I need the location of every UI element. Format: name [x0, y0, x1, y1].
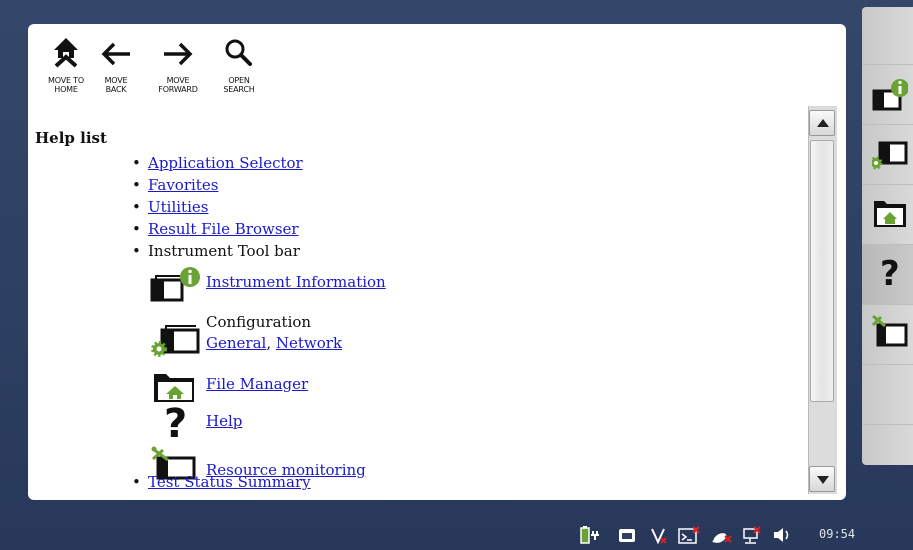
- side-resource-monitoring-button[interactable]: [862, 305, 913, 365]
- battery-plug-icon[interactable]: [580, 526, 600, 544]
- help-toolbar: MOVE TO HOME MOVE BACK MOVE FORWARD OPEN…: [28, 24, 846, 106]
- network-link[interactable]: Network: [276, 334, 342, 352]
- side-blank-top: [862, 7, 913, 65]
- help-window: MOVE TO HOME MOVE BACK MOVE FORWARD OPEN…: [28, 24, 846, 500]
- list-item: Test Status Summary: [132, 473, 311, 491]
- side-file-manager-button[interactable]: [862, 185, 913, 245]
- tool-row-configuration: Configuration General, Network: [150, 313, 410, 364]
- terminal-icon[interactable]: [678, 526, 700, 544]
- file-manager-icon: [154, 374, 194, 402]
- side-blank-2: [862, 425, 913, 465]
- configuration-icon: [872, 141, 908, 170]
- list-item: Application Selector: [132, 152, 303, 174]
- v-status-icon[interactable]: [650, 526, 668, 544]
- side-help-button[interactable]: ?: [862, 245, 913, 305]
- list-item: Utilities: [132, 196, 303, 218]
- open-search-button[interactable]: OPEN SEARCH: [209, 34, 269, 100]
- file-manager-link[interactable]: File Manager: [206, 374, 308, 394]
- help-list-title: Help list: [35, 129, 107, 147]
- search-icon: [225, 39, 252, 66]
- help-list: Application Selector Favorites Utilities…: [132, 152, 303, 262]
- side-instrument-info-button[interactable]: [862, 65, 913, 125]
- side-blank-1: [862, 365, 913, 425]
- general-link[interactable]: General: [206, 334, 266, 352]
- move-forward-button[interactable]: MOVE FORWARD: [148, 34, 208, 100]
- home-icon: [54, 38, 78, 68]
- scroll-down-button[interactable]: [809, 466, 835, 492]
- utilities-link[interactable]: Utilities: [148, 198, 208, 216]
- application-selector-link[interactable]: Application Selector: [148, 154, 303, 172]
- network-icon[interactable]: [742, 526, 762, 544]
- svg-text:?: ?: [164, 404, 187, 444]
- instrument-info-icon: [150, 267, 200, 302]
- tool-row-file-manager: File Manager: [150, 368, 410, 404]
- tool-row-instrument-info: Instrument Information: [150, 266, 410, 302]
- help-icon: ?: [880, 255, 900, 294]
- clock: 09:54: [819, 527, 856, 541]
- comma-separator: ,: [266, 334, 272, 352]
- move-forward-label: MOVE FORWARD: [158, 76, 198, 94]
- chevron-up-icon: [817, 119, 829, 127]
- list-item: Instrument Tool bar: [132, 240, 303, 262]
- configuration-icon: [151, 325, 200, 357]
- content-scrollbar[interactable]: [808, 106, 838, 494]
- status-bar: 09:54: [570, 524, 900, 546]
- svg-text:?: ?: [880, 255, 900, 294]
- instrument-information-link[interactable]: Instrument Information: [206, 272, 386, 292]
- screen-icon[interactable]: [618, 526, 636, 544]
- help-link[interactable]: Help: [206, 411, 242, 431]
- favorites-link[interactable]: Favorites: [148, 176, 218, 194]
- scrollbar-thumb[interactable]: [810, 140, 834, 402]
- list-item: Result File Browser: [132, 218, 303, 240]
- instrument-info-icon: [872, 79, 908, 111]
- move-back-label: MOVE BACK: [104, 76, 128, 94]
- instrument-side-panel: ?: [862, 7, 913, 465]
- arrow-left-icon: [101, 42, 130, 66]
- result-file-browser-link[interactable]: Result File Browser: [148, 220, 299, 238]
- arrow-right-icon: [164, 42, 193, 66]
- configuration-text: Configuration General, Network: [206, 312, 342, 354]
- tool-row-help: ? Help: [150, 404, 410, 444]
- instrument-tool-bar-label: Instrument Tool bar: [148, 242, 300, 260]
- help-icon: ?: [164, 404, 187, 444]
- open-search-label: OPEN SEARCH: [223, 76, 255, 94]
- move-back-button[interactable]: MOVE BACK: [86, 34, 146, 100]
- volume-icon[interactable]: [772, 526, 792, 544]
- configuration-label: Configuration: [206, 313, 312, 331]
- chevron-down-icon: [817, 476, 829, 484]
- file-manager-icon: [874, 201, 906, 227]
- help-content: Help list Application Selector Favorites…: [28, 106, 808, 500]
- list-item: Favorites: [132, 174, 303, 196]
- side-configuration-button[interactable]: [862, 125, 913, 185]
- satellite-icon[interactable]: [710, 526, 732, 544]
- scroll-up-button[interactable]: [809, 110, 835, 136]
- test-status-summary-link[interactable]: Test Status Summary: [148, 473, 311, 491]
- resource-monitoring-icon: [872, 315, 908, 347]
